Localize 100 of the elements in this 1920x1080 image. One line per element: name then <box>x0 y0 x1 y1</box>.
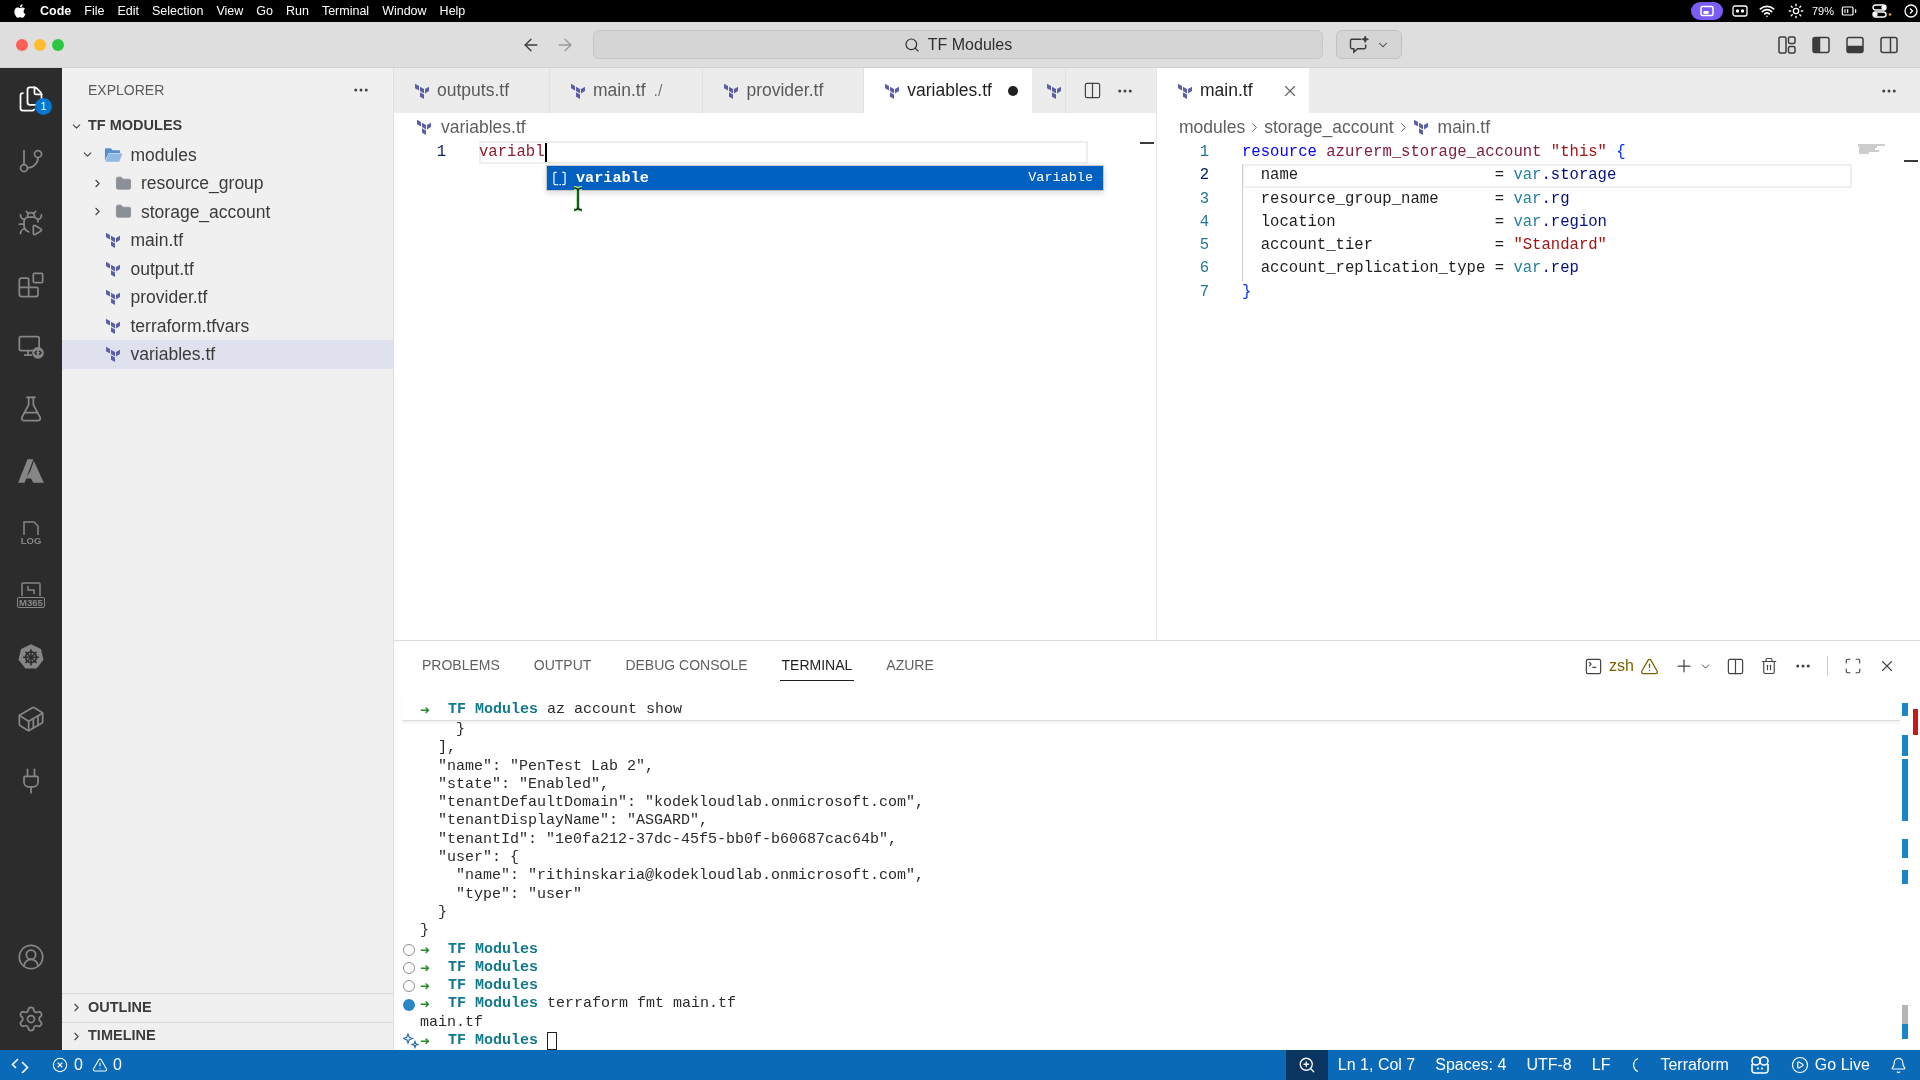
panel-tab[interactable]: OUTPUT <box>531 651 594 681</box>
line-number: 4 <box>1198 211 1209 233</box>
play-circle-icon <box>1790 1056 1809 1074</box>
notification-badge: 1 <box>35 98 52 115</box>
layout-grid-icon[interactable] <box>1777 34 1797 55</box>
editor-tab[interactable]: variables.tf <box>864 68 1032 113</box>
letter-a-logo-icon <box>17 457 45 485</box>
account-icon <box>17 943 45 971</box>
variable-symbol-icon <box>553 170 566 186</box>
sun-icon[interactable] <box>1787 3 1804 19</box>
document-icon <box>19 581 43 596</box>
line-number: 1 <box>435 142 446 163</box>
menu-item[interactable]: Terminal <box>321 4 370 18</box>
tree-item[interactable]: variables.tf <box>62 340 393 369</box>
terminal-line: ➜ TF Modules <box>420 1032 538 1051</box>
code-line: resource_group_name = var.rg <box>1259 188 1570 210</box>
breadcrumb-item[interactable]: storage_account <box>1264 113 1394 141</box>
terraform-file-icon <box>570 82 586 99</box>
folder-header[interactable]: TF MODULES <box>62 112 393 141</box>
crescent-icon <box>1630 1057 1641 1073</box>
maximize-icon[interactable] <box>1844 657 1862 675</box>
breadcrumb-item[interactable]: variables.tf <box>416 113 526 141</box>
terminal-instance-button[interactable]: zsh <box>1584 654 1659 678</box>
menu-item[interactable]: File <box>84 4 105 18</box>
tree-item[interactable]: terraform.tfvars <box>62 311 393 340</box>
terminal-line: ➜ TF Modules <box>420 940 538 959</box>
status-item[interactable]: Spaces: 4 <box>1425 1050 1517 1080</box>
display-icon[interactable] <box>1731 5 1748 17</box>
menu-item[interactable]: View <box>216 4 244 18</box>
code-line: resource azurerm_storage_account "this" { <box>1242 142 1626 163</box>
zoom-in-icon <box>1297 1056 1316 1074</box>
status-item[interactable]: Ln 1, Col 7 <box>1327 1050 1426 1080</box>
terminal-line: } <box>438 903 448 923</box>
status-item[interactable]: LF <box>1581 1050 1621 1080</box>
document-icon <box>20 520 42 535</box>
settings-icon <box>17 1005 45 1033</box>
breadcrumb-item[interactable]: modules <box>1179 113 1246 141</box>
scrollbar-marker <box>1904 160 1918 162</box>
activity-bar-item[interactable]: 1 <box>0 68 62 130</box>
split-terminal-icon[interactable] <box>1726 656 1745 676</box>
section-header[interactable]: OUTLINE <box>62 993 393 1022</box>
line-number: 1 <box>1198 142 1209 163</box>
terminal-line: "type": "user" <box>456 885 583 904</box>
folder-icon <box>114 203 133 221</box>
breadcrumb-item[interactable]: main.tf <box>1412 113 1491 141</box>
blocks-icon <box>17 271 45 299</box>
editor-tab[interactable]: main.tf <box>1157 68 1309 113</box>
activity-bar-item[interactable]: M365 <box>0 564 62 626</box>
menu-item[interactable]: Help <box>439 4 466 18</box>
menu-item[interactable]: Go <box>256 4 273 18</box>
chevron-circle-icon[interactable] <box>1904 4 1918 18</box>
tree-item[interactable]: resource_group <box>62 169 393 198</box>
monitor-icon <box>17 333 45 361</box>
menu-item[interactable]: Run <box>285 4 309 18</box>
tree-item[interactable]: output.tf <box>62 254 393 283</box>
menu-item[interactable]: Window <box>382 4 427 18</box>
tree-item[interactable]: provider.tf <box>62 283 393 312</box>
toggle-secondary-sidebar-button[interactable] <box>1879 34 1899 55</box>
tree-item[interactable]: storage_account <box>62 197 393 226</box>
go-live-button[interactable]: Go Live <box>1780 1050 1880 1080</box>
app-menu[interactable]: Code <box>40 4 72 18</box>
toggle-panel-button[interactable] <box>1845 34 1865 55</box>
line-number: 2 <box>1198 165 1209 187</box>
terraform-file-icon <box>723 82 740 99</box>
toggle-sidebar-button[interactable] <box>1811 34 1831 55</box>
menu-item[interactable]: Edit <box>117 4 139 18</box>
control-center-icon[interactable] <box>1872 4 1892 18</box>
zoom-button[interactable] <box>1285 1050 1328 1080</box>
tree-item[interactable]: modules <box>62 140 393 169</box>
code-line: account_replication_type = var.rep <box>1259 258 1579 280</box>
terminal-line: "state": "Enabled", <box>438 775 610 795</box>
helm-wheel-icon <box>17 643 45 671</box>
split-editor-icon[interactable] <box>1083 81 1102 100</box>
search-bar[interactable]: TF Modules <box>593 30 1323 59</box>
panel-tab[interactable]: TERMINAL <box>779 651 855 681</box>
terminal-line: ], <box>438 739 457 758</box>
status-item[interactable]: Terraform <box>1650 1050 1739 1080</box>
goggles-face-icon <box>1748 1055 1771 1075</box>
screen-mirroring-icon[interactable] <box>1690 2 1723 20</box>
status-item[interactable]: UTF-8 <box>1516 1050 1582 1080</box>
error-icon <box>52 1057 68 1073</box>
trash-icon[interactable] <box>1760 657 1778 675</box>
problems-button[interactable]: 0 0 <box>52 1050 122 1080</box>
panel-tab[interactable]: DEBUG CONSOLE <box>623 651 750 681</box>
chat-button[interactable] <box>1336 30 1402 59</box>
branch-icon <box>17 147 45 175</box>
tree-item[interactable]: main.tf <box>62 226 393 255</box>
code-line: location = var.region <box>1259 211 1607 233</box>
wifi-icon[interactable] <box>1758 3 1775 19</box>
battery-percentage: 79% <box>1811 3 1834 19</box>
panel-tab[interactable]: AZURE <box>884 651 936 681</box>
apple-logo-icon[interactable] <box>14 4 26 18</box>
search-icon <box>903 36 920 53</box>
container-icon <box>17 705 45 733</box>
menu-item[interactable]: Selection <box>151 4 204 18</box>
activity-bar-item[interactable]: LOG <box>0 502 62 564</box>
code-line: variabl <box>479 142 545 163</box>
panel-tab[interactable]: PROBLEMS <box>420 651 502 681</box>
suggestion-item[interactable]: variable Variable <box>547 166 1103 190</box>
sidebar-title: EXPLORER <box>88 80 165 100</box>
